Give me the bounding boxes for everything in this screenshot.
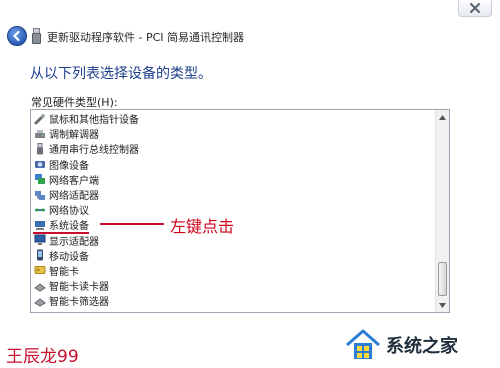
dialog-window: 更新驱动程序软件 - PCI 简易通讯控制器 从以下列表选择设备的类型。 常见硬… xyxy=(0,0,500,368)
wizard-header: 更新驱动程序软件 - PCI 简易通讯控制器 xyxy=(0,22,500,52)
page-title: 从以下列表选择设备的类型。 xyxy=(30,66,212,82)
close-button[interactable] xyxy=(458,0,492,17)
list-item-mouse[interactable]: 鼠标和其他指针设备 xyxy=(31,111,435,126)
list-item-label: 智能卡筛选器 xyxy=(49,297,109,309)
network-adapter-icon xyxy=(33,189,46,201)
list-item-card-filter[interactable]: 智能卡筛选器 xyxy=(31,293,435,308)
scroll-thumb[interactable] xyxy=(438,262,447,296)
back-button[interactable] xyxy=(7,26,27,46)
list-item-label: 图像设备 xyxy=(49,160,89,172)
scroll-up-button[interactable] xyxy=(436,110,449,124)
list-item-imaging[interactable]: 图像设备 xyxy=(31,157,435,172)
list-item-network-client[interactable]: 网络客户端 xyxy=(31,172,435,187)
hardware-type-list[interactable]: 鼠标和其他指针设备 调制解调器 通用串行总线控制器 图像设备 网络客户端 网络适… xyxy=(30,109,450,313)
card-reader-icon xyxy=(33,280,46,292)
watermark-right-text: 系统之家 xyxy=(386,336,458,357)
list-item-smart-card[interactable]: 智能卡 xyxy=(31,263,435,278)
card-filter-icon xyxy=(33,295,46,307)
display-adapter-icon xyxy=(33,234,46,246)
list-item-label: 调制解调器 xyxy=(49,130,99,142)
usb-device-icon xyxy=(32,28,41,44)
scroll-down-button[interactable] xyxy=(436,298,449,312)
scroll-up-icon xyxy=(439,114,446,120)
network-client-icon xyxy=(33,173,46,185)
list-item-card-reader[interactable]: 智能卡读卡器 xyxy=(31,278,435,293)
annotation-text: 左键点击 xyxy=(170,217,235,236)
close-icon xyxy=(470,3,480,13)
header-title: 更新驱动程序软件 - PCI 简易通讯控制器 xyxy=(47,31,245,44)
modem-icon xyxy=(33,128,46,140)
house-logo-icon xyxy=(346,329,380,359)
watermark-right: 系统之家 xyxy=(330,322,500,368)
annotation-underline xyxy=(33,232,89,234)
list-item-mobile-device[interactable]: 移动设备 xyxy=(31,248,435,263)
smart-card-icon xyxy=(33,264,46,276)
back-arrow-icon xyxy=(13,30,20,42)
mobile-device-icon xyxy=(33,249,46,261)
vertical-scrollbar[interactable] xyxy=(435,110,449,312)
list-item-label: 网络协议 xyxy=(49,206,89,218)
list-item-usb[interactable]: 通用串行总线控制器 xyxy=(31,141,435,156)
list-item-label: 移动设备 xyxy=(49,251,89,263)
annotation-line xyxy=(100,223,164,225)
list-item-label: 智能卡读卡器 xyxy=(49,282,109,294)
list-item-label: 系统设备 xyxy=(49,221,89,233)
system-device-icon xyxy=(33,219,46,231)
watermark-left-text: 王辰龙99 xyxy=(6,347,79,367)
list-item-label: 智能卡 xyxy=(49,266,79,278)
list-item-label: 通用串行总线控制器 xyxy=(49,145,139,157)
list-label: 常见硬件类型(H): xyxy=(31,96,118,109)
list-item-label: 鼠标和其他指针设备 xyxy=(49,115,139,127)
mouse-icon xyxy=(33,113,46,125)
list-item-modem[interactable]: 调制解调器 xyxy=(31,126,435,141)
list-item-label: 网络适配器 xyxy=(49,191,99,203)
watermark-left: 王辰龙99 xyxy=(0,338,108,368)
list-item-label: 显示适配器 xyxy=(49,236,99,248)
list-item-network-adapter[interactable]: 网络适配器 xyxy=(31,187,435,202)
camera-icon xyxy=(33,158,46,170)
usb-icon xyxy=(33,142,46,155)
network-protocol-icon xyxy=(33,204,46,216)
scroll-down-icon xyxy=(439,302,446,308)
list-item-label: 网络客户端 xyxy=(49,175,99,187)
